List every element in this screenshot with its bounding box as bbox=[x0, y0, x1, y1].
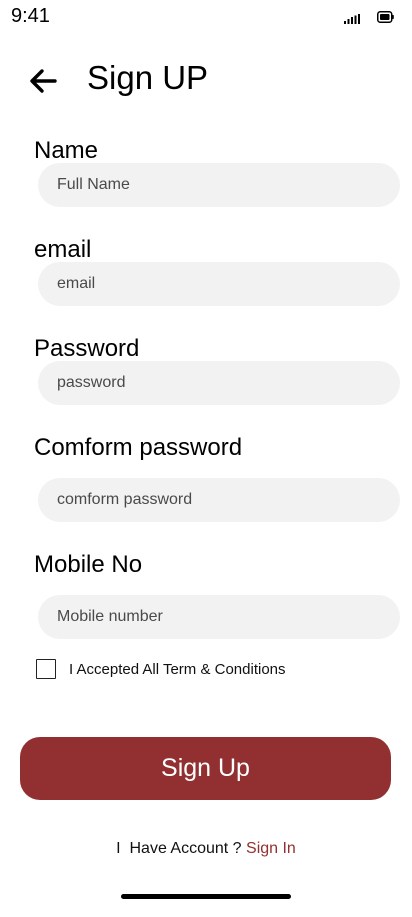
password-label: Password bbox=[34, 335, 140, 362]
signup-button[interactable]: Sign Up bbox=[20, 737, 391, 800]
confirm-password-label: Comform password bbox=[34, 434, 243, 461]
terms-checkbox[interactable] bbox=[36, 659, 56, 679]
home-indicator bbox=[121, 894, 291, 899]
signin-prompt-row: I Have Account ? Sign In bbox=[0, 840, 412, 858]
have-account-text: I Have Account ? bbox=[116, 840, 247, 857]
cellular-signal-icon bbox=[344, 11, 361, 24]
page-title: Sign UP bbox=[87, 59, 209, 96]
arrow-left-icon bbox=[29, 68, 57, 99]
signin-link[interactable]: Sign In bbox=[246, 840, 296, 857]
status-bar: 9:41 bbox=[0, 0, 412, 34]
confirm-password-input[interactable] bbox=[38, 478, 400, 522]
email-label: email bbox=[34, 236, 92, 263]
mobile-input[interactable] bbox=[38, 595, 400, 639]
name-label: Name bbox=[34, 137, 99, 164]
battery-icon bbox=[377, 10, 394, 23]
back-button[interactable] bbox=[26, 66, 60, 100]
email-input[interactable] bbox=[38, 262, 400, 306]
terms-row: I Accepted All Term & Conditions bbox=[36, 659, 286, 679]
name-input[interactable] bbox=[38, 163, 400, 207]
mobile-label: Mobile No bbox=[34, 551, 143, 578]
status-time: 9:41 bbox=[11, 5, 50, 27]
terms-label: I Accepted All Term & Conditions bbox=[69, 660, 286, 678]
password-input[interactable] bbox=[38, 361, 400, 405]
